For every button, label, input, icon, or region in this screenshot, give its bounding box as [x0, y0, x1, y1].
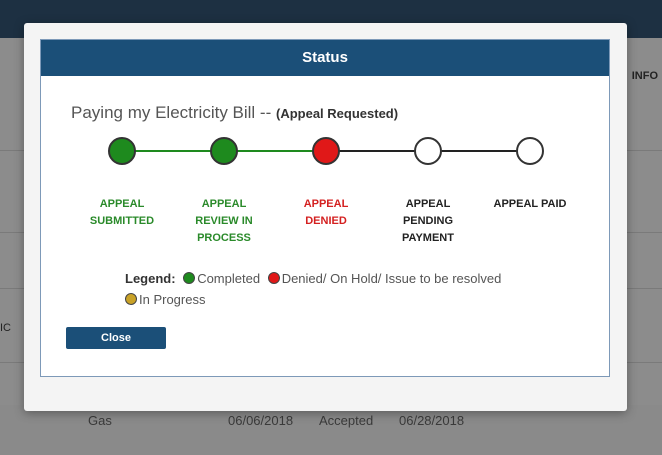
step-label-line: PENDING [402, 215, 454, 227]
step-label: APPEAL PAID [480, 196, 580, 213]
step-label-line: APPEAL [303, 198, 349, 210]
step-label-line: APPEAL [201, 198, 247, 210]
step-label-line: APPEAL PAID [493, 198, 567, 210]
legend-in-progress: In Progress [125, 292, 205, 307]
status-panel: Status Paying my Electricity Bill -- (Ap… [40, 39, 610, 377]
row-status: Accepted [319, 413, 374, 428]
denied-dot-icon [267, 272, 280, 284]
step-label: APPEAL SUBMITTED [72, 196, 172, 230]
step-label: APPEAL DENIED [276, 196, 376, 230]
step-label-line: SUBMITTED [89, 215, 155, 227]
progress-connector [428, 150, 530, 152]
status-modal: Status Paying my Electricity Bill -- (Ap… [24, 23, 627, 411]
step-status-icon [210, 137, 238, 165]
step-status-icon [516, 137, 544, 165]
step-label-line: APPEAL [405, 198, 451, 210]
bill-status: (Appeal Requested) [276, 106, 399, 121]
legend-in-progress-label: In Progress [139, 292, 206, 307]
progress-connector [326, 150, 428, 152]
step-label-line: PROCESS [197, 232, 251, 244]
bill-title: Paying my Electricity Bill -- (Appeal Re… [71, 103, 398, 123]
step-status-icon [414, 137, 442, 165]
legend: Legend: Completed Denied/ On Hold/ Issue… [125, 268, 595, 310]
step-label-line: DENIED [305, 215, 347, 227]
step-status-icon [108, 137, 136, 165]
column-header-info: INFO [631, 70, 658, 82]
bill-name: Paying my Electricity Bill -- [71, 103, 272, 122]
row-date-updated: 06/28/2018 [399, 413, 465, 428]
progress-connector [224, 150, 326, 152]
step-label-line: REVIEW IN [195, 215, 253, 227]
step-status-icon [312, 137, 340, 165]
in-progress-dot-icon [125, 293, 137, 305]
step-label: APPEAL REVIEW IN PROCESS [174, 196, 274, 247]
legend-denied: Denied/ On Hold/ Issue to be resolved [264, 271, 502, 286]
completed-dot-icon [183, 272, 196, 284]
legend-completed: Completed [179, 271, 260, 286]
legend-denied-label: Denied/ On Hold/ Issue to be resolved [281, 271, 502, 286]
truncated-column-text: IC [0, 322, 11, 334]
progress-connector [122, 150, 224, 152]
row-date-submitted: 06/06/2018 [228, 413, 294, 428]
row-utility: Gas [88, 413, 112, 428]
step-label-line: APPEAL [99, 198, 145, 210]
close-button[interactable]: Close [66, 327, 166, 349]
legend-completed-label: Completed [197, 271, 261, 286]
step-label-line: PAYMENT [402, 232, 454, 244]
modal-title: Status [41, 40, 609, 76]
legend-key: Legend: [125, 271, 176, 286]
step-label: APPEAL PENDING PAYMENT [378, 196, 478, 247]
